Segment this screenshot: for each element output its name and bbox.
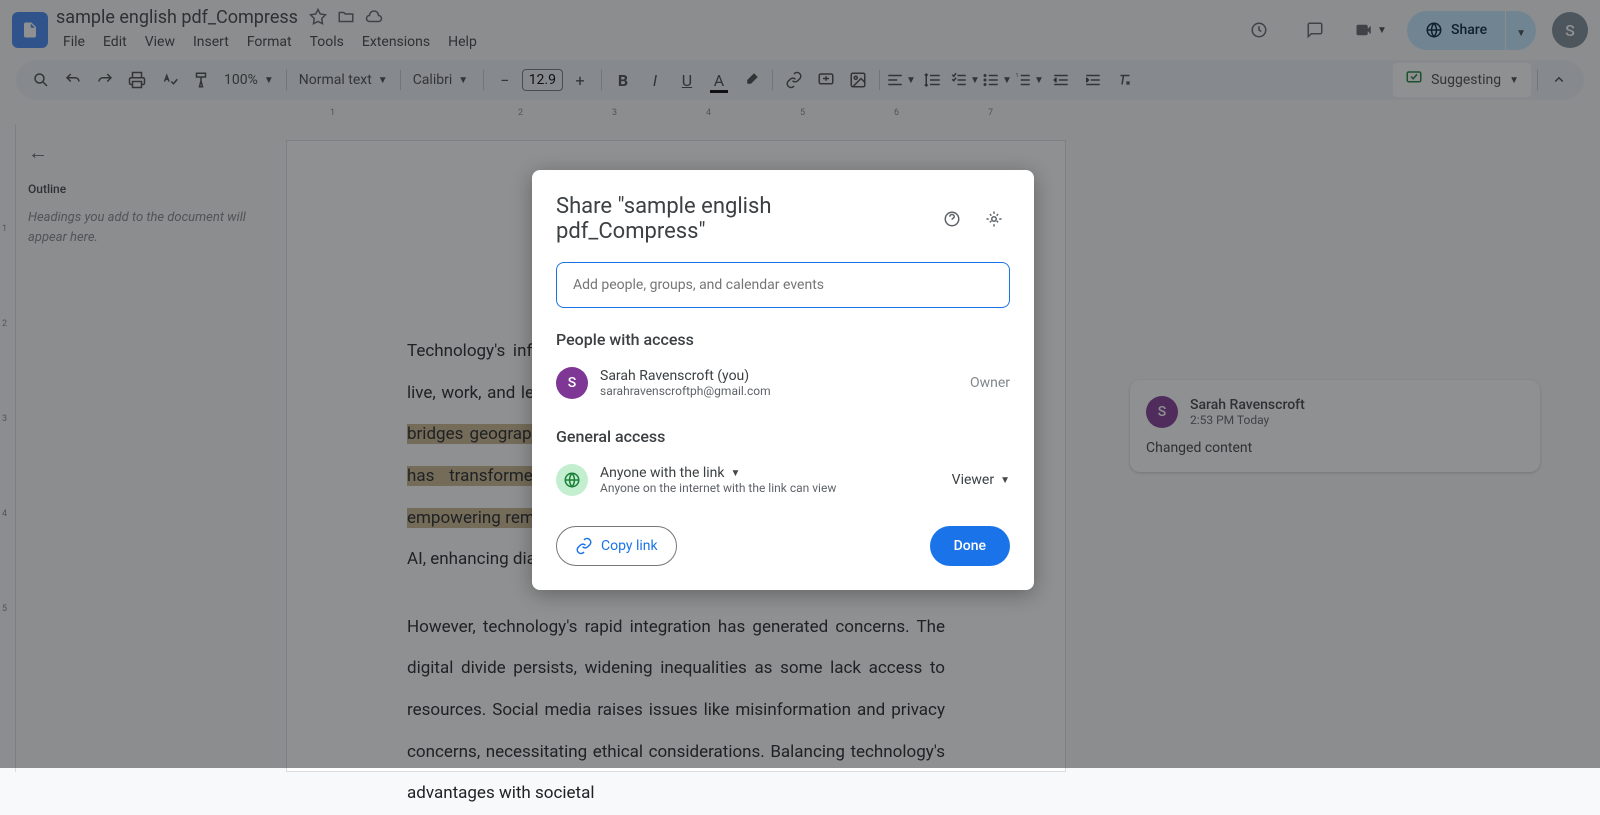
settings-icon[interactable] <box>978 203 1010 235</box>
person-role: Owner <box>970 375 1010 391</box>
people-with-access-label: People with access <box>556 330 1010 349</box>
copy-link-button[interactable]: Copy link <box>556 526 677 566</box>
person-email: sarahravenscroftph@gmail.com <box>600 384 958 398</box>
access-type-select[interactable]: Anyone with the link▼ <box>600 465 940 481</box>
add-people-input[interactable] <box>556 262 1010 308</box>
general-access-label: General access <box>556 427 1010 446</box>
general-access-row: Anyone with the link▼ Anyone on the inte… <box>556 458 1010 502</box>
access-description: Anyone on the internet with the link can… <box>600 481 940 495</box>
person-avatar: S <box>556 367 588 399</box>
help-icon[interactable] <box>936 203 968 235</box>
access-person-row: S Sarah Ravenscroft (you) sarahravenscro… <box>556 361 1010 405</box>
share-dialog-title: Share "sample english pdf_Compress" <box>556 194 926 244</box>
globe-icon <box>556 464 588 496</box>
done-button[interactable]: Done <box>930 526 1010 566</box>
person-name: Sarah Ravenscroft (you) <box>600 368 958 384</box>
access-role-select[interactable]: Viewer▼ <box>952 472 1010 488</box>
share-dialog: Share "sample english pdf_Compress" Peop… <box>532 170 1034 590</box>
